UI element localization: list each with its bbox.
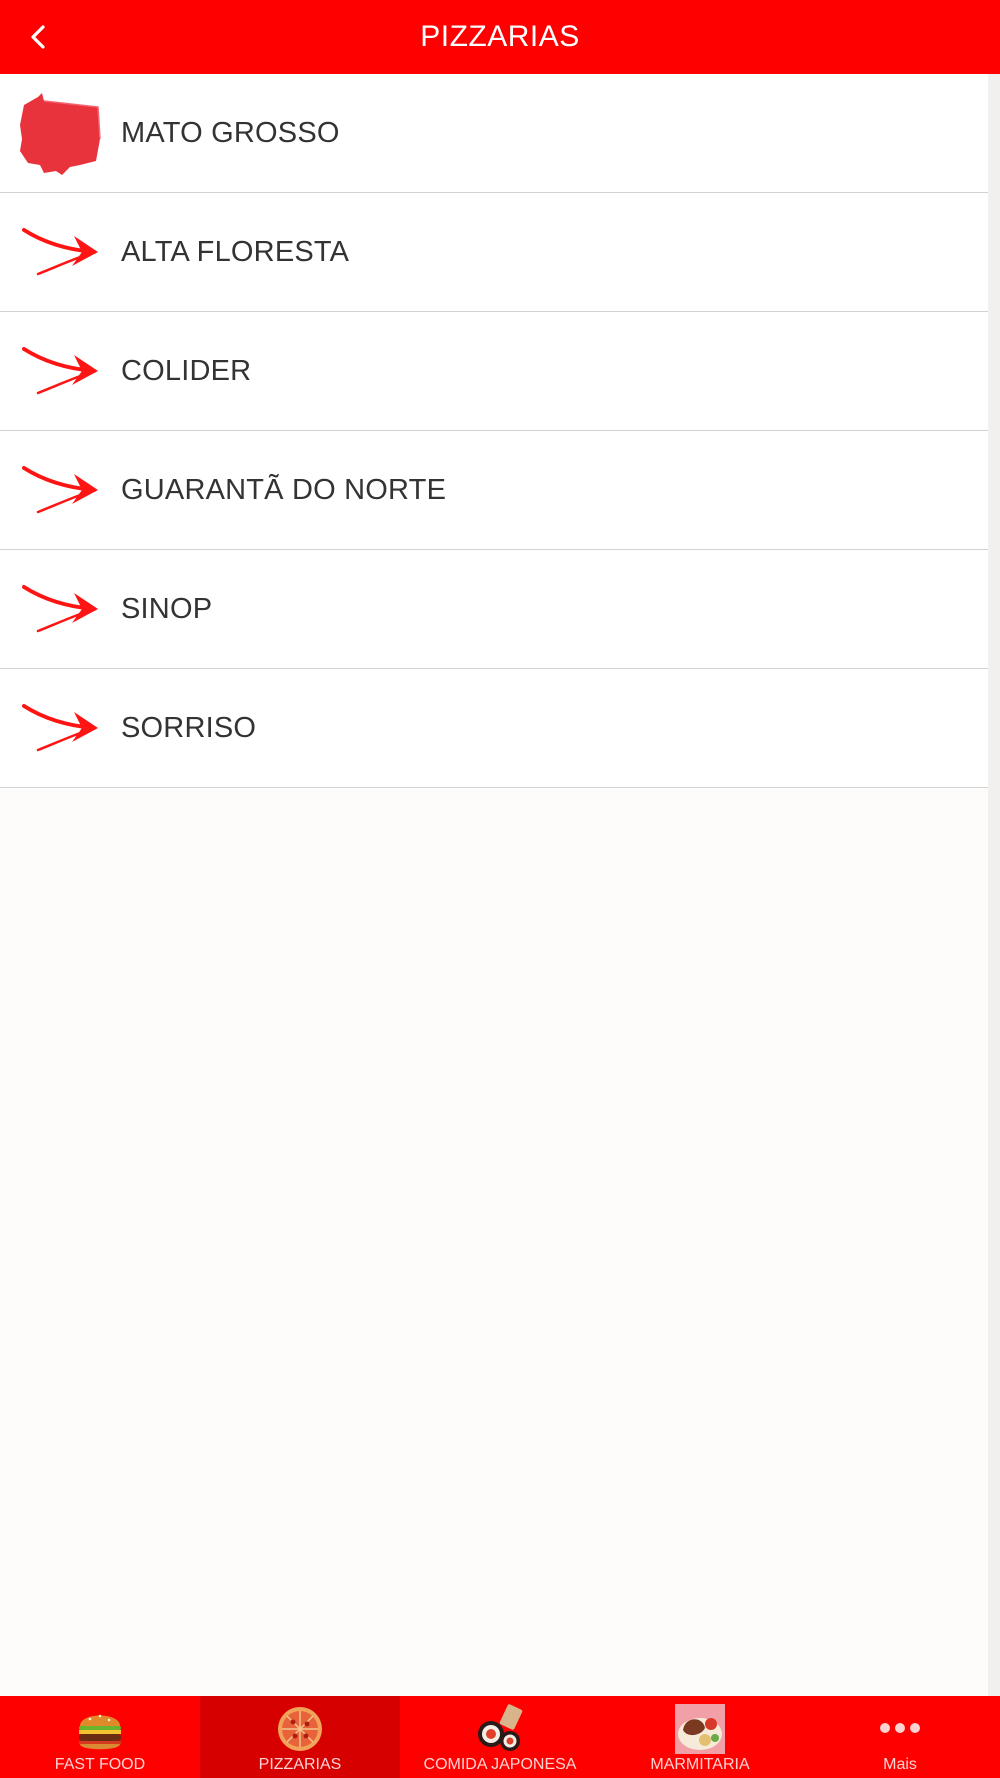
state-map-icon <box>18 91 102 175</box>
list-item-label: ALTA FLORESTA <box>121 236 350 268</box>
tab-label: PIZZARIAS <box>258 1756 342 1773</box>
list-item-label: COLIDER <box>121 355 252 387</box>
red-arrow-icon <box>18 448 102 532</box>
tab-pizzarias[interactable]: PIZZARIAS <box>200 1696 400 1778</box>
list-item-label: MATO GROSSO <box>121 117 340 149</box>
bottom-tab-bar: FAST FOOD PIZZARIAS COMIDA JAPONESA MARM… <box>0 1696 1000 1778</box>
pizza-icon <box>275 1704 325 1754</box>
list-item-guaranta-do-norte[interactable]: GUARANTÃ DO NORTE <box>0 431 988 550</box>
tab-label: FAST FOOD <box>54 1756 146 1773</box>
tab-marmitaria[interactable]: MARMITARIA <box>600 1696 800 1778</box>
list-item-sinop[interactable]: SINOP <box>0 550 988 669</box>
tab-label: Mais <box>883 1756 917 1773</box>
list-item-label: SINOP <box>121 593 213 625</box>
red-arrow-icon <box>18 686 102 770</box>
red-arrow-icon <box>18 567 102 651</box>
scrollbar-track[interactable] <box>988 74 1000 1696</box>
list-item-colider[interactable]: COLIDER <box>0 312 988 431</box>
sushi-icon <box>475 1704 525 1754</box>
red-arrow-icon <box>18 329 102 413</box>
more-dots-icon <box>875 1704 925 1754</box>
meal-box-icon <box>675 1704 725 1754</box>
burger-icon <box>75 1704 125 1754</box>
page-title: PIZZARIAS <box>420 20 580 53</box>
list-item-label: SORRISO <box>121 712 257 744</box>
tab-label: MARMITARIA <box>650 1756 750 1773</box>
app-header: PIZZARIAS <box>0 0 1000 74</box>
red-arrow-icon <box>18 210 102 294</box>
list-item-sorriso[interactable]: SORRISO <box>0 669 988 788</box>
list-item-mato-grosso[interactable]: MATO GROSSO <box>0 74 988 193</box>
list-item-alta-floresta[interactable]: ALTA FLORESTA <box>0 193 988 312</box>
list-item-label: GUARANTÃ DO NORTE <box>121 474 447 506</box>
tab-comida-japonesa[interactable]: COMIDA JAPONESA <box>400 1696 600 1778</box>
tab-label: COMIDA JAPONESA <box>423 1756 577 1773</box>
city-list: MATO GROSSO ALTA FLORESTA COLIDER GUARAN… <box>0 74 988 788</box>
tab-fast-food[interactable]: FAST FOOD <box>0 1696 200 1778</box>
tab-mais[interactable]: Mais <box>800 1696 1000 1778</box>
